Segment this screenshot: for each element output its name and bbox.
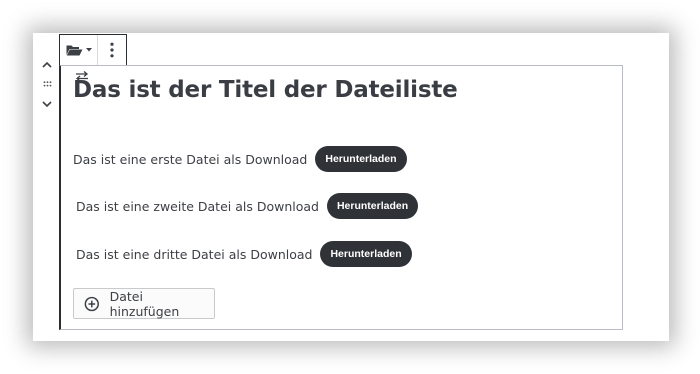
file-label[interactable]: Das ist eine erste Datei als Download xyxy=(73,152,307,167)
file-list-block[interactable]: Das ist der Titel der Dateiliste Das ist… xyxy=(59,65,623,330)
plus-circle-icon xyxy=(84,296,99,311)
block-type-button[interactable] xyxy=(60,35,99,65)
more-vertical-icon xyxy=(110,42,114,58)
more-options-button[interactable] xyxy=(98,35,126,65)
file-row: Das ist eine zweite Datei als Download H… xyxy=(76,193,419,219)
block-mover xyxy=(38,55,56,115)
block-toolbar xyxy=(59,34,127,65)
download-button[interactable]: Herunterladen xyxy=(320,241,412,267)
chevron-up-icon xyxy=(42,61,52,68)
file-label[interactable]: Das ist eine zweite Datei als Download xyxy=(76,199,319,214)
download-button[interactable]: Herunterladen xyxy=(315,146,407,172)
folder-open-icon xyxy=(66,45,83,56)
add-file-button[interactable]: Datei hinzufügen xyxy=(73,288,215,319)
download-button[interactable]: Herunterladen xyxy=(326,193,419,219)
add-file-label: Datei hinzufügen xyxy=(109,288,180,319)
drag-handle[interactable] xyxy=(38,75,56,93)
file-row: Das ist eine erste Datei als Download He… xyxy=(73,146,407,172)
move-up-button[interactable] xyxy=(38,55,56,73)
file-row: Das ist eine dritte Datei als Download H… xyxy=(76,241,412,267)
drag-handle-icon xyxy=(43,81,51,87)
move-down-button[interactable] xyxy=(38,95,56,113)
file-label[interactable]: Das ist eine dritte Datei als Download xyxy=(76,247,312,262)
file-list-title[interactable]: Das ist der Titel der Dateiliste xyxy=(73,77,458,103)
caret-down-icon xyxy=(85,48,92,52)
chevron-down-icon xyxy=(42,100,52,107)
